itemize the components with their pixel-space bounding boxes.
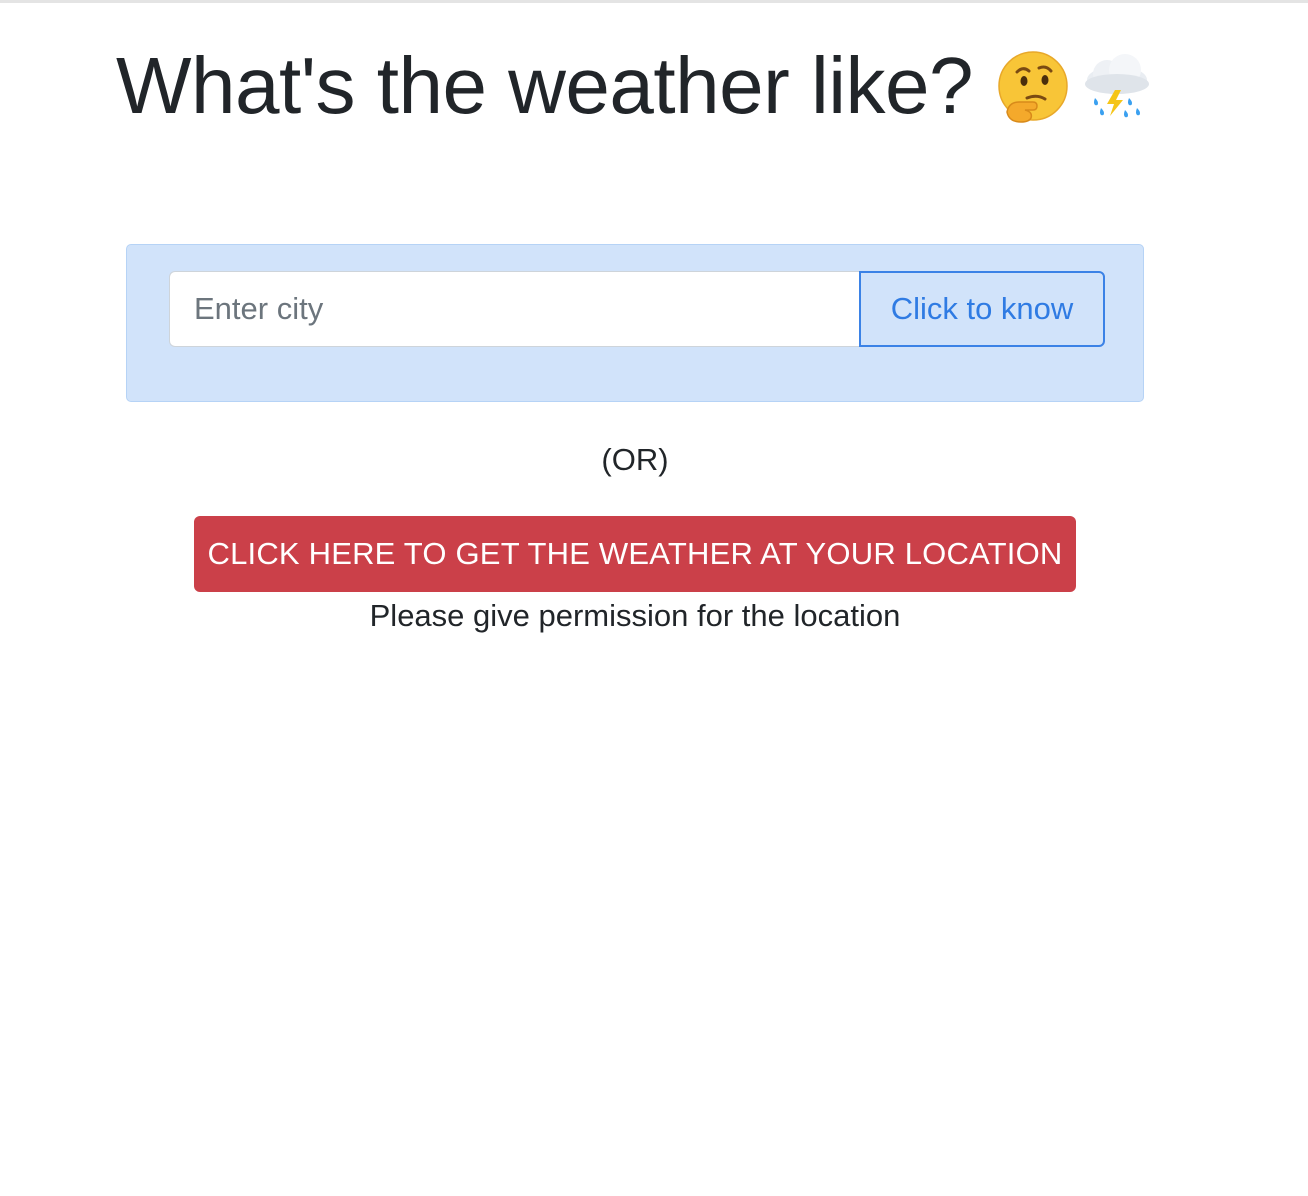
city-search-group: Click to know: [169, 271, 1105, 347]
cloud-rain-lightning-icon: [1085, 54, 1150, 118]
city-search-card: Click to know: [126, 244, 1144, 402]
click-to-know-button[interactable]: Click to know: [859, 271, 1105, 347]
thinking-face-icon: [998, 51, 1068, 123]
permission-note: Please give permission for the location: [369, 598, 901, 633]
top-divider: [0, 0, 1308, 3]
city-input[interactable]: [169, 271, 859, 347]
weather-page: What's the weather like? Clic: [0, 0, 1308, 1196]
page-title-text: What's the weather like?: [116, 41, 974, 130]
page-title: What's the weather like?: [116, 38, 1157, 134]
get-location-weather-button[interactable]: CLICK HERE TO GET THE WEATHER AT YOUR LO…: [194, 516, 1076, 592]
or-separator: (OR): [601, 442, 669, 477]
